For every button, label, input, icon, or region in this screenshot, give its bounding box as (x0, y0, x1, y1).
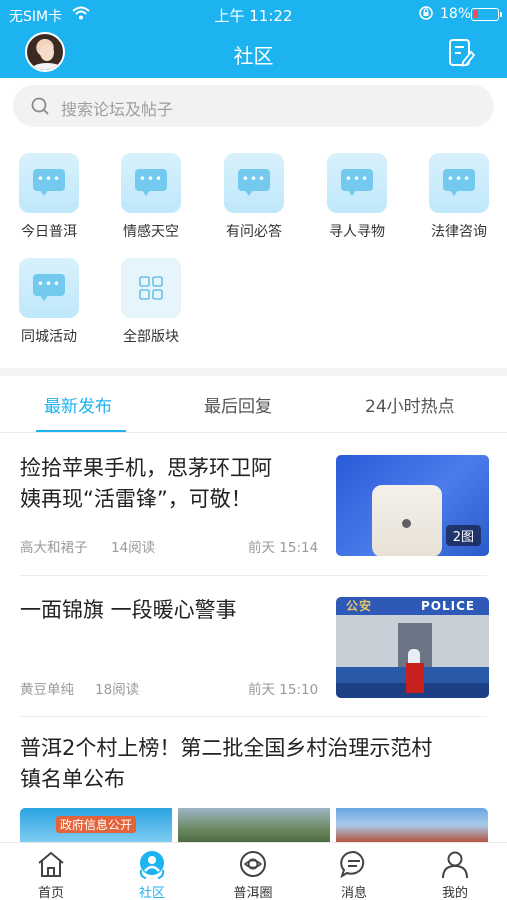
chat-bubble-icon: ••• (327, 153, 387, 213)
category-label: 法律咨询 (431, 224, 487, 240)
post-thumbnail: 2图 (336, 455, 489, 556)
tabs-divider (0, 432, 507, 433)
tab-latest[interactable]: 最新发布 (44, 392, 112, 417)
category-label: 寻人寻物 (329, 224, 385, 240)
post-image: 政府信息公开 (20, 808, 172, 842)
search-icon (31, 97, 49, 115)
category-youwen-bida[interactable]: ••• 有问必答 (222, 153, 286, 241)
nav-label: 普洱圈 (233, 886, 273, 900)
chat-bubble-icon: ••• (19, 258, 79, 318)
nav-label: 我的 (441, 886, 468, 900)
post-title-line: 普洱2个村上榜！第二批全国乡村治理示范村 (20, 736, 433, 760)
image-caption: 政府信息公开 (56, 816, 137, 833)
post-time: 前天 15:10 (248, 682, 319, 698)
post-image (178, 808, 330, 842)
category-label: 同城活动 (21, 329, 77, 345)
post-title-line: 姨再现“活雷锋”，可敬！ (20, 487, 252, 511)
category-label: 情感天空 (123, 224, 179, 240)
post-divider (20, 716, 487, 717)
chat-bubble-icon: ••• (19, 153, 79, 213)
battery-icon (471, 8, 502, 21)
bottom-nav: 首页 社区 普洱圈 消息 我的 (0, 842, 507, 900)
post-divider (20, 575, 487, 576)
post-image (336, 808, 488, 842)
post-title-line: 镇名单公布 (20, 767, 125, 791)
chat-bubble-icon: ••• (121, 153, 181, 213)
community-icon (139, 851, 165, 879)
post-time: 前天 15:14 (248, 540, 319, 556)
home-icon (38, 851, 64, 877)
search-placeholder: 搜索论坛及帖子 (61, 100, 174, 119)
nav-label: 首页 (37, 886, 64, 900)
image-count-badge: 2图 (445, 525, 481, 546)
category-label: 有问必答 (226, 224, 282, 240)
image-sign-text: 公安 (346, 599, 373, 613)
chat-bubble-icon: ••• (429, 153, 489, 213)
category-qinggan-tiankong[interactable]: ••• 情感天空 (119, 153, 183, 241)
post-title-line: 一面锦旗 一段暖心警事 (20, 598, 237, 622)
message-icon (340, 850, 365, 879)
tab-24h-hot[interactable]: 24小时热点 (365, 392, 455, 417)
post-reads: 14阅读 (111, 540, 156, 556)
nav-label: 消息 (340, 886, 367, 900)
category-label: 今日普洱 (21, 224, 77, 240)
compose-icon[interactable] (447, 38, 475, 68)
chat-bubble-icon: ••• (224, 153, 284, 213)
nav-profile[interactable]: 我的 (415, 843, 495, 900)
header-bar: 无SIM卡 上午 11:22 18% 社区 (0, 0, 507, 78)
nav-puer-circle[interactable]: 普洱圈 (213, 843, 293, 900)
post-author: 黄豆单纯 (20, 682, 74, 698)
profile-icon (442, 851, 468, 879)
battery-percent: 18% (440, 6, 472, 22)
tab-last-reply[interactable]: 最后回复 (204, 392, 272, 417)
post-title-line: 捡拾苹果手机，思茅环卫阿 (20, 456, 272, 480)
category-jinri-puer[interactable]: ••• 今日普洱 (17, 153, 81, 241)
post-author: 高大和裙子 (20, 540, 88, 556)
search-input[interactable]: 搜索论坛及帖子 (13, 85, 494, 127)
page-title: 社区 (233, 44, 274, 68)
section-divider (0, 368, 507, 376)
nav-home[interactable]: 首页 (11, 843, 91, 900)
nav-community[interactable]: 社区 (112, 843, 192, 900)
circle-icon (240, 851, 266, 877)
rotation-lock-icon (419, 6, 433, 20)
post-thumbnail: 公安 POLICE (336, 597, 489, 698)
category-all-sections[interactable]: 全部版块 (119, 258, 183, 346)
category-falv-zixun[interactable]: ••• 法律咨询 (427, 153, 491, 241)
grid-icon (121, 258, 181, 318)
status-bar: 无SIM卡 上午 11:22 18% (0, 0, 507, 28)
category-xunren-xunwu[interactable]: ••• 寻人寻物 (325, 153, 389, 241)
category-tongcheng-huodong[interactable]: ••• 同城活动 (17, 258, 81, 346)
category-label: 全部版块 (123, 329, 179, 345)
post-reads: 18阅读 (95, 682, 140, 698)
nav-label: 社区 (138, 886, 165, 900)
nav-messages[interactable]: 消息 (314, 843, 394, 900)
image-sign-text: POLICE (421, 599, 476, 613)
